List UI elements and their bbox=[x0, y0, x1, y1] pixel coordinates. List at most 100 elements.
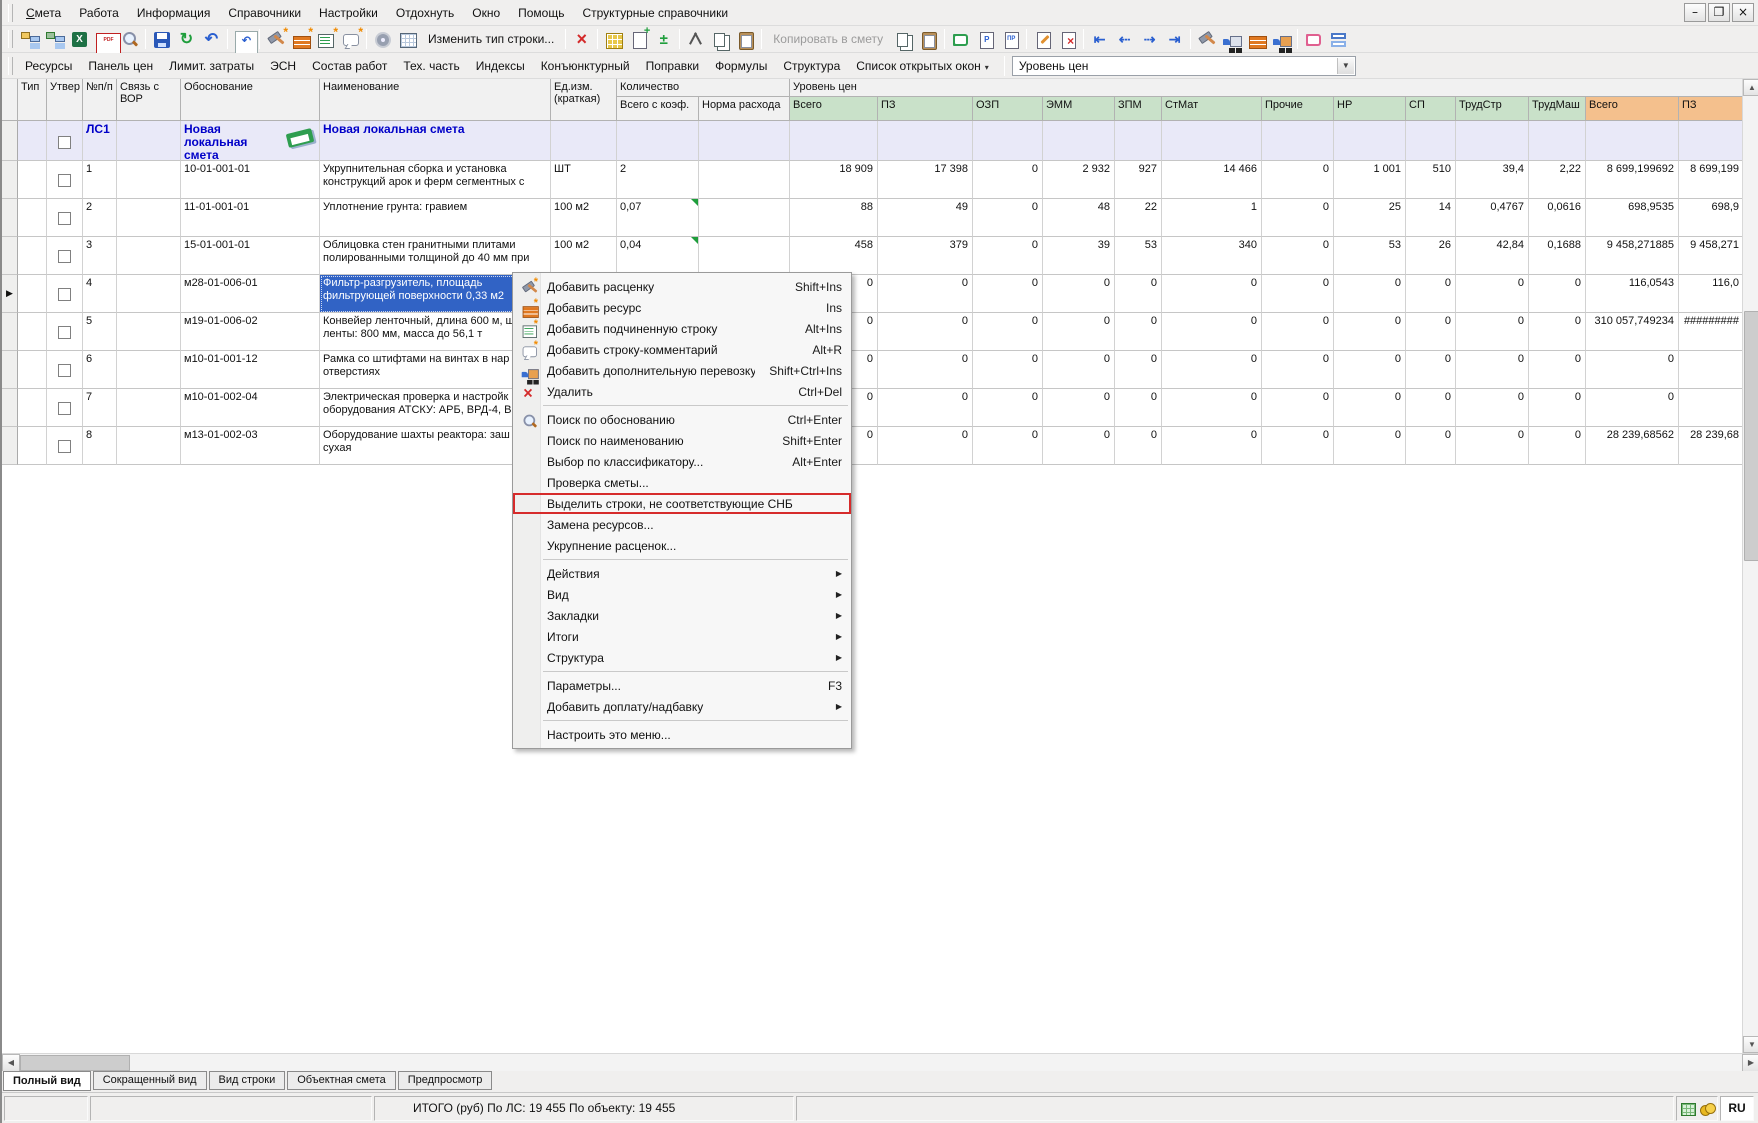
value-cell[interactable] bbox=[1262, 121, 1334, 161]
value-cell[interactable]: 1 001 bbox=[1334, 161, 1406, 199]
bop-link-cell[interactable] bbox=[117, 121, 181, 161]
approve-cell[interactable] bbox=[47, 237, 83, 275]
approve-cell[interactable] bbox=[47, 351, 83, 389]
excel-icon[interactable] bbox=[68, 28, 91, 51]
tab-4[interactable]: Объектная смета bbox=[287, 1071, 396, 1090]
value-cell[interactable]: 2 932 bbox=[1043, 161, 1115, 199]
pdf-icon[interactable] bbox=[93, 28, 116, 51]
add-rate-icon[interactable]: * bbox=[264, 28, 287, 51]
context-menu-item-1[interactable]: *Добавить расценкуShift+Ins bbox=[513, 276, 851, 297]
context-menu-item-3[interactable]: *Добавить подчиненную строкуAlt+Ins bbox=[513, 318, 851, 339]
value-cell[interactable]: 0 bbox=[1162, 389, 1262, 427]
value-cell[interactable]: 0,4767 bbox=[1456, 199, 1529, 237]
approve-checkbox[interactable] bbox=[58, 402, 71, 415]
tree-insert-icon[interactable] bbox=[43, 28, 66, 51]
value-cell[interactable]: 49 bbox=[878, 199, 973, 237]
close-button[interactable]: × bbox=[1732, 3, 1754, 22]
book-pink-icon[interactable] bbox=[1302, 28, 1325, 51]
value-cell[interactable]: 0 bbox=[1262, 275, 1334, 313]
bop-link-cell[interactable] bbox=[117, 161, 181, 199]
value-cell[interactable]: 116,0543 bbox=[1586, 275, 1679, 313]
consumption-rate-cell[interactable] bbox=[699, 121, 790, 161]
value-cell[interactable]: 53 bbox=[1115, 237, 1162, 275]
scroll-left-button[interactable]: ◀ bbox=[2, 1054, 20, 1072]
approve-checkbox[interactable] bbox=[58, 174, 71, 187]
bop-link-cell[interactable] bbox=[117, 313, 181, 351]
column-header-pl-3[interactable]: ОЗП bbox=[973, 97, 1043, 121]
value-cell[interactable]: 0 bbox=[973, 313, 1043, 351]
row-number-cell[interactable]: 6 bbox=[83, 351, 117, 389]
panel-button-8[interactable]: Конъюнктурный bbox=[533, 55, 638, 77]
value-cell[interactable]: 0 bbox=[1586, 351, 1679, 389]
value-cell[interactable]: 0,1688 bbox=[1529, 237, 1586, 275]
value-cell[interactable]: 28 239,68562 bbox=[1586, 427, 1679, 465]
panel-button-9[interactable]: Поправки bbox=[638, 55, 707, 77]
consumption-rate-cell[interactable] bbox=[699, 237, 790, 275]
value-cell[interactable]: ######### bbox=[1679, 313, 1744, 351]
justification-cell[interactable]: м28-01-006-01 bbox=[181, 275, 320, 313]
bop-link-cell[interactable] bbox=[117, 237, 181, 275]
context-menu-item-5[interactable]: Добавить дополнительную перевозкуShift+C… bbox=[513, 360, 851, 381]
value-cell[interactable]: 340 bbox=[1162, 237, 1262, 275]
approve-cell[interactable] bbox=[47, 121, 83, 161]
value-cell[interactable]: 9 458,271885 bbox=[1586, 237, 1679, 275]
header-indicator[interactable] bbox=[2, 79, 18, 121]
value-cell[interactable]: 0 bbox=[1406, 313, 1456, 351]
panel-button-7[interactable]: Индексы bbox=[468, 55, 533, 77]
value-cell[interactable]: 0 bbox=[1043, 351, 1115, 389]
type-cell[interactable] bbox=[18, 351, 47, 389]
value-cell[interactable]: 0 bbox=[1115, 351, 1162, 389]
type-cell[interactable] bbox=[18, 275, 47, 313]
value-cell[interactable]: 0 bbox=[1334, 389, 1406, 427]
value-cell[interactable]: 1 bbox=[1162, 199, 1262, 237]
type-cell[interactable] bbox=[18, 121, 47, 161]
value-cell[interactable] bbox=[1456, 121, 1529, 161]
row-indicator[interactable] bbox=[2, 121, 18, 161]
context-menu-item-4[interactable]: *Добавить строку-комментарийAlt+R bbox=[513, 339, 851, 360]
menu-item-9[interactable]: Структурные справочники bbox=[573, 2, 737, 24]
row-indicator[interactable] bbox=[2, 161, 18, 199]
delete-row-icon[interactable] bbox=[570, 28, 593, 51]
column-header-pl-8[interactable]: НР bbox=[1334, 97, 1406, 121]
value-cell[interactable]: 0,0616 bbox=[1529, 199, 1586, 237]
menu-item-5[interactable]: Настройки bbox=[310, 2, 387, 24]
scroll-right-button[interactable]: ▶ bbox=[1742, 1054, 1758, 1072]
approve-checkbox[interactable] bbox=[58, 212, 71, 225]
row-number-cell[interactable]: 5 bbox=[83, 313, 117, 351]
value-cell[interactable]: 48 bbox=[1043, 199, 1115, 237]
value-cell[interactable]: 116,0 bbox=[1679, 275, 1744, 313]
context-menu-item-12[interactable]: Замена ресурсов... bbox=[513, 514, 851, 535]
doc-add-icon[interactable]: + bbox=[627, 28, 650, 51]
value-cell[interactable]: 0 bbox=[1529, 427, 1586, 465]
value-cell[interactable]: 28 239,68 bbox=[1679, 427, 1744, 465]
value-cell[interactable] bbox=[973, 121, 1043, 161]
tree-structure-icon[interactable] bbox=[18, 28, 41, 51]
column-header-pl-2[interactable]: ПЗ bbox=[878, 97, 973, 121]
value-cell[interactable]: 42,84 bbox=[1456, 237, 1529, 275]
column-header-pl-5[interactable]: ЗПМ bbox=[1115, 97, 1162, 121]
menu-item-2[interactable]: Работа bbox=[70, 2, 128, 24]
quantity-cell[interactable]: 0,04 bbox=[617, 237, 699, 275]
value-cell[interactable]: 0 bbox=[1529, 389, 1586, 427]
value-cell[interactable]: 0 bbox=[973, 161, 1043, 199]
combobox-arrow-icon[interactable]: ▼ bbox=[1337, 58, 1354, 74]
value-cell[interactable]: 0 bbox=[1529, 313, 1586, 351]
status-coins-icon[interactable] bbox=[1699, 1101, 1715, 1117]
name-cell[interactable]: Укрупнительная сборка и установка констр… bbox=[320, 161, 551, 199]
panel-button-10[interactable]: Формулы bbox=[707, 55, 775, 77]
restore-row-icon[interactable] bbox=[232, 28, 255, 51]
row-indicator[interactable] bbox=[2, 313, 18, 351]
value-cell[interactable]: 53 bbox=[1334, 237, 1406, 275]
panel-button-6[interactable]: Тех. часть bbox=[395, 55, 467, 77]
menu-item-3[interactable]: Информация bbox=[128, 2, 219, 24]
value-cell[interactable]: 0 bbox=[1262, 351, 1334, 389]
row-number-cell[interactable]: 3 bbox=[83, 237, 117, 275]
toolbar-grip[interactable] bbox=[8, 30, 13, 48]
value-cell[interactable] bbox=[878, 121, 973, 161]
column-header-pl-9[interactable]: СП bbox=[1406, 97, 1456, 121]
scroll-down-button[interactable]: ▼ bbox=[1743, 1036, 1758, 1053]
value-cell[interactable]: 0 bbox=[878, 275, 973, 313]
value-cell[interactable]: 14 bbox=[1406, 199, 1456, 237]
copy-doc-icon[interactable] bbox=[892, 28, 915, 51]
search-icon[interactable] bbox=[118, 28, 141, 51]
